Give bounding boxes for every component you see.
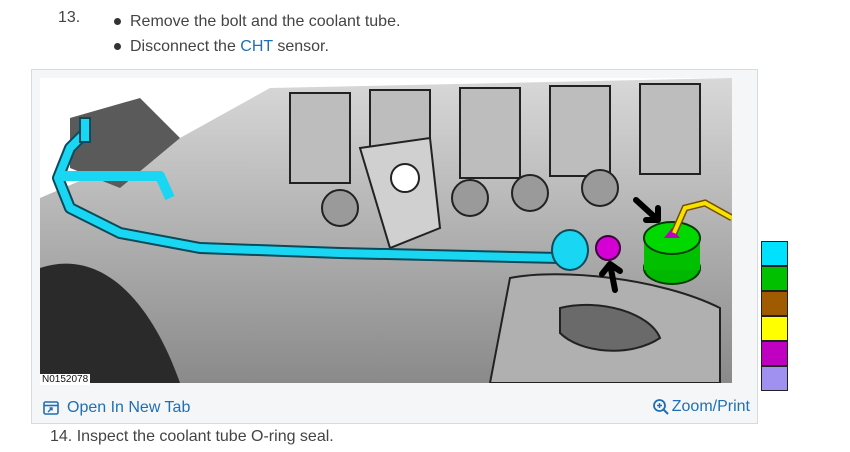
cht-link[interactable]: CHT <box>240 38 273 55</box>
color-legend <box>761 241 789 391</box>
legend-swatch-brown <box>761 291 788 316</box>
legend-swatch-yellow <box>761 316 788 341</box>
magnifier-plus-icon <box>652 399 669 415</box>
legend-swatch-magenta <box>761 341 788 366</box>
zoom-print-button[interactable]: Zoom/Print <box>652 398 750 416</box>
open-in-new-tab-icon <box>43 401 59 415</box>
instruction-remove-bolt: Remove the bolt and the coolant tube. <box>112 9 400 34</box>
instruction-text-before: Disconnect the <box>130 38 241 55</box>
legend-swatch-green <box>761 266 788 291</box>
figure-footer: Open In New Tab Zoom/Print <box>31 393 758 424</box>
engine-illustration[interactable] <box>40 78 732 383</box>
legend-swatch-cyan <box>761 241 788 266</box>
zoom-print-label: Zoom/Print <box>671 398 750 415</box>
step-13-instructions: Remove the bolt and the coolant tube. Di… <box>112 9 400 59</box>
instruction-disconnect-cht: Disconnect the CHT sensor. <box>112 34 400 59</box>
open-in-new-tab-button[interactable]: Open In New Tab <box>43 399 190 417</box>
figure-id-label: N0152078 <box>40 374 91 385</box>
open-in-new-tab-label: Open In New Tab <box>67 399 191 416</box>
step-13-number: 13. <box>58 9 81 26</box>
instruction-text-after: sensor. <box>272 38 329 55</box>
step-14-instruction: 14. Inspect the coolant tube O-ring seal… <box>50 428 334 445</box>
legend-swatch-lavender <box>761 366 788 391</box>
